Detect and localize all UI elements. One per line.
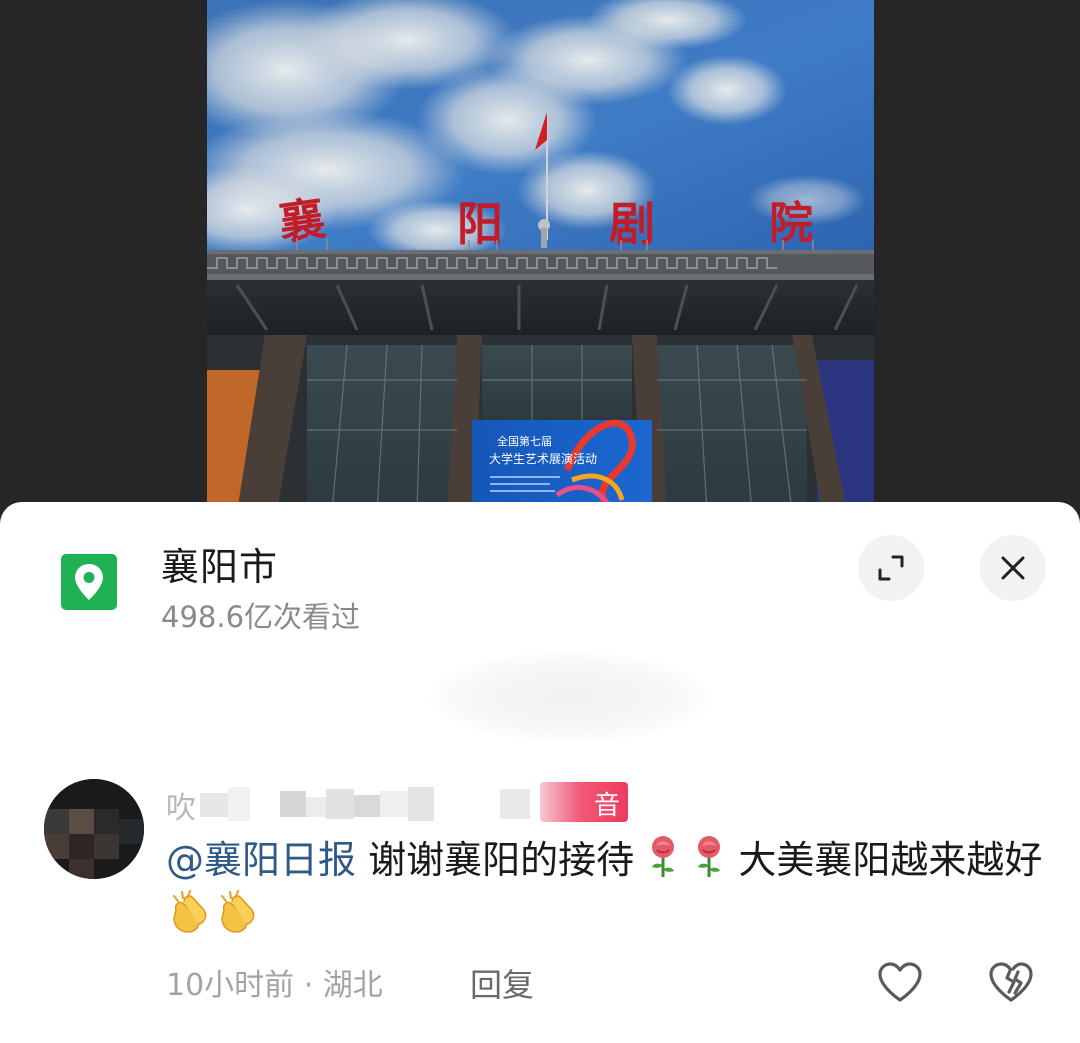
banner-line-1: 全国第七届: [497, 434, 552, 448]
mention-link[interactable]: @襄阳日报: [166, 838, 356, 882]
commenter-avatar[interactable]: [44, 779, 144, 879]
banner-line-2: 大学生艺术展演活动: [489, 451, 597, 466]
heart-icon[interactable]: [876, 960, 924, 1004]
clapping-hands-icon: [172, 889, 207, 933]
obscured-username: [200, 787, 530, 821]
close-button[interactable]: [980, 535, 1046, 601]
roof-char-3: 剧: [609, 197, 655, 251]
rose-icon: [652, 836, 675, 877]
comment-body: @襄阳日报 谢谢襄阳的接待 大美襄阳越来越好: [166, 832, 1046, 945]
location-sheet: 襄阳市 498.6亿次看过 吹 音 @襄阳日报 谢谢襄阳的接待 大美襄阳越来越好…: [0, 502, 1080, 1043]
rose-icon: [698, 836, 721, 877]
location-name[interactable]: 襄阳市: [161, 536, 278, 591]
comment-region: 湖北: [322, 968, 383, 1003]
commenter-name-row[interactable]: 吹 音: [166, 779, 646, 826]
comment-text-2: 大美襄阳越来越好: [726, 838, 1043, 882]
commenter-name: 吹: [166, 791, 196, 826]
badge-text: 音: [593, 791, 620, 821]
close-icon: [1001, 556, 1025, 580]
comment-meta: 10小时前 · 湖北: [166, 960, 383, 1004]
reply-button[interactable]: 回复: [470, 960, 534, 1006]
location-pin-icon: [61, 554, 117, 610]
screen: 襄 阳 剧 院 全国第七届 大学生艺术展演活动 襄阳市 498.6亿次看过 吹 …: [0, 0, 1080, 1043]
roof-char-1: 襄: [276, 191, 329, 251]
blurred-area: [430, 652, 710, 742]
user-badge: 音: [540, 782, 628, 822]
meta-separator: ·: [294, 968, 323, 1003]
broken-heart-icon[interactable]: [988, 960, 1034, 1004]
roof-char-2: 阳: [457, 197, 503, 251]
comment-text-1: 谢谢襄阳的接待: [356, 838, 635, 882]
photo-area: 襄 阳 剧 院 全国第七届 大学生艺术展演活动: [0, 0, 1080, 512]
expand-icon: [878, 555, 904, 581]
view-count: 498.6亿次看过: [161, 600, 361, 634]
clapping-hands-icon: [220, 889, 255, 933]
roof-char-4: 院: [769, 198, 813, 249]
comment-time: 10小时前: [166, 968, 295, 1003]
theater-photo[interactable]: 襄 阳 剧 院 全国第七届 大学生艺术展演活动: [207, 0, 874, 512]
expand-button[interactable]: [858, 535, 924, 601]
